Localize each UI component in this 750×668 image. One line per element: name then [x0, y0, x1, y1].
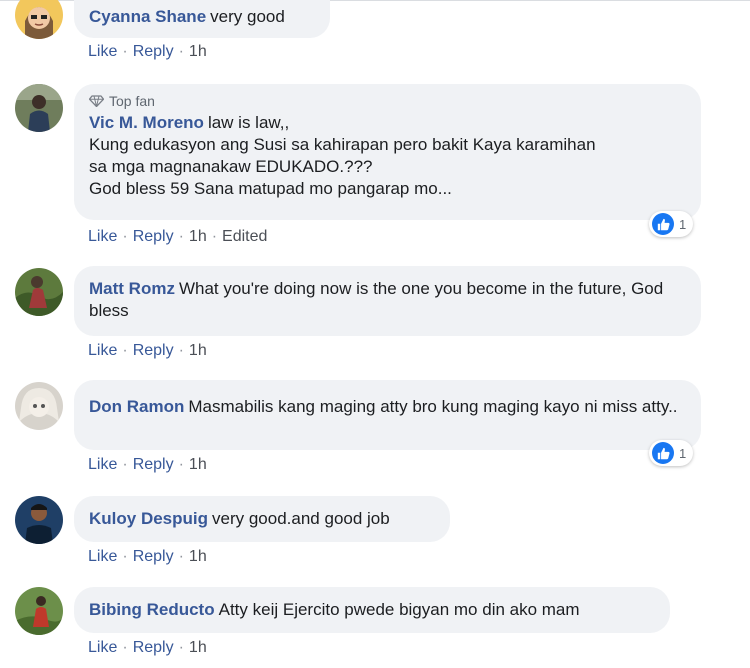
action-separator: · — [178, 456, 184, 473]
comment-timestamp[interactable]: 1h — [189, 639, 207, 656]
reaction-summary[interactable]: 1 — [649, 440, 694, 466]
commenter-name[interactable]: Matt Romz — [89, 279, 175, 298]
comment-text: What you're doing now is the one you bec… — [89, 279, 664, 320]
reaction-count: 1 — [679, 216, 687, 232]
reply-link[interactable]: Reply — [133, 342, 174, 359]
reaction-summary[interactable]: 1 — [649, 211, 694, 237]
diamond-icon — [89, 95, 104, 107]
comment-timestamp[interactable]: 1h — [189, 43, 207, 60]
commenter-name[interactable]: Don Ramon — [89, 397, 184, 416]
avatar[interactable] — [15, 84, 63, 132]
comment-bubble: Bibing Reducto Atty keij Ejercito pwede b… — [74, 587, 670, 633]
commenter-name[interactable]: Kuloy Despuig — [89, 509, 208, 528]
comment-bubble: Cyanna Shane very good — [74, 0, 330, 38]
comment-bubble: Matt Romz What you're doing now is the on… — [74, 266, 701, 336]
comment-bubble: Don Ramon Masmabilis kang maging atty bro… — [74, 380, 701, 450]
comment-text: sa mga magnanakaw EDUKADO.??? — [89, 157, 373, 176]
reply-link[interactable]: Reply — [133, 456, 174, 473]
top-fan-badge: Top fan — [89, 92, 686, 110]
action-separator: · — [122, 548, 128, 565]
reply-link[interactable]: Reply — [133, 548, 174, 565]
comment-actions: Like · Reply · 1h · Edited — [88, 227, 267, 247]
like-link[interactable]: Like — [88, 548, 117, 565]
commenter-name[interactable]: Bibing Reducto — [89, 600, 215, 619]
action-separator: · — [122, 639, 128, 656]
comment-timestamp[interactable]: 1h — [189, 342, 207, 359]
comment-text: very good — [210, 7, 285, 26]
like-reaction-icon — [652, 213, 674, 235]
comment-bubble: Kuloy Despuig very good.and good job — [74, 496, 450, 542]
badge-label: Top fan — [109, 93, 155, 109]
like-link[interactable]: Like — [88, 639, 117, 656]
like-reaction-icon — [652, 442, 674, 464]
avatar[interactable] — [15, 0, 63, 39]
action-separator: · — [211, 228, 218, 245]
comment-bubble: Top fan Vic M. Moreno law is law,, Kung e… — [74, 84, 701, 220]
reply-link[interactable]: Reply — [133, 639, 174, 656]
avatar[interactable] — [15, 382, 63, 430]
like-link[interactable]: Like — [88, 43, 117, 60]
comment-actions: Like · Reply · 1h — [88, 341, 207, 361]
action-separator: · — [178, 342, 184, 359]
comment-text: Atty keij Ejercito pwede bigyan mo din a… — [218, 600, 580, 619]
action-separator: · — [178, 639, 184, 656]
commenter-name[interactable]: Cyanna Shane — [89, 7, 206, 26]
reply-link[interactable]: Reply — [133, 43, 174, 60]
like-link[interactable]: Like — [88, 456, 117, 473]
action-separator: · — [122, 228, 128, 245]
avatar-cartoon-icon — [15, 0, 63, 39]
action-separator: · — [178, 228, 184, 245]
comment-actions: Like · Reply · 1h — [88, 42, 207, 62]
comment-text: Kung edukasyon ang Susi sa kahirapan per… — [89, 135, 596, 154]
avatar[interactable] — [15, 587, 63, 635]
comment-timestamp[interactable]: 1h — [189, 228, 207, 245]
comment-text: law is law,, — [207, 113, 290, 132]
reaction-count: 1 — [679, 445, 687, 461]
comment-text: very good.and good job — [212, 509, 390, 528]
like-link[interactable]: Like — [88, 342, 117, 359]
like-link[interactable]: Like — [88, 228, 117, 245]
avatar[interactable] — [15, 268, 63, 316]
action-separator: · — [122, 456, 128, 473]
comment-actions: Like · Reply · 1h — [88, 638, 207, 658]
comment-text: God bless 59 Sana matupad mo pangarap mo… — [89, 179, 452, 198]
action-separator: · — [178, 43, 184, 60]
commenter-name[interactable]: Vic M. Moreno — [89, 113, 204, 132]
avatar[interactable] — [15, 496, 63, 544]
comment-timestamp[interactable]: 1h — [189, 548, 207, 565]
comment-text: Masmabilis kang maging atty bro kung mag… — [188, 397, 678, 416]
action-separator: · — [178, 548, 184, 565]
action-separator: · — [122, 43, 128, 60]
comment-timestamp[interactable]: 1h — [189, 456, 207, 473]
action-separator: · — [122, 342, 128, 359]
comment-actions: Like · Reply · 1h — [88, 455, 207, 475]
reply-link[interactable]: Reply — [133, 228, 174, 245]
edited-label[interactable]: Edited — [222, 228, 267, 245]
comment-actions: Like · Reply · 1h — [88, 547, 207, 567]
